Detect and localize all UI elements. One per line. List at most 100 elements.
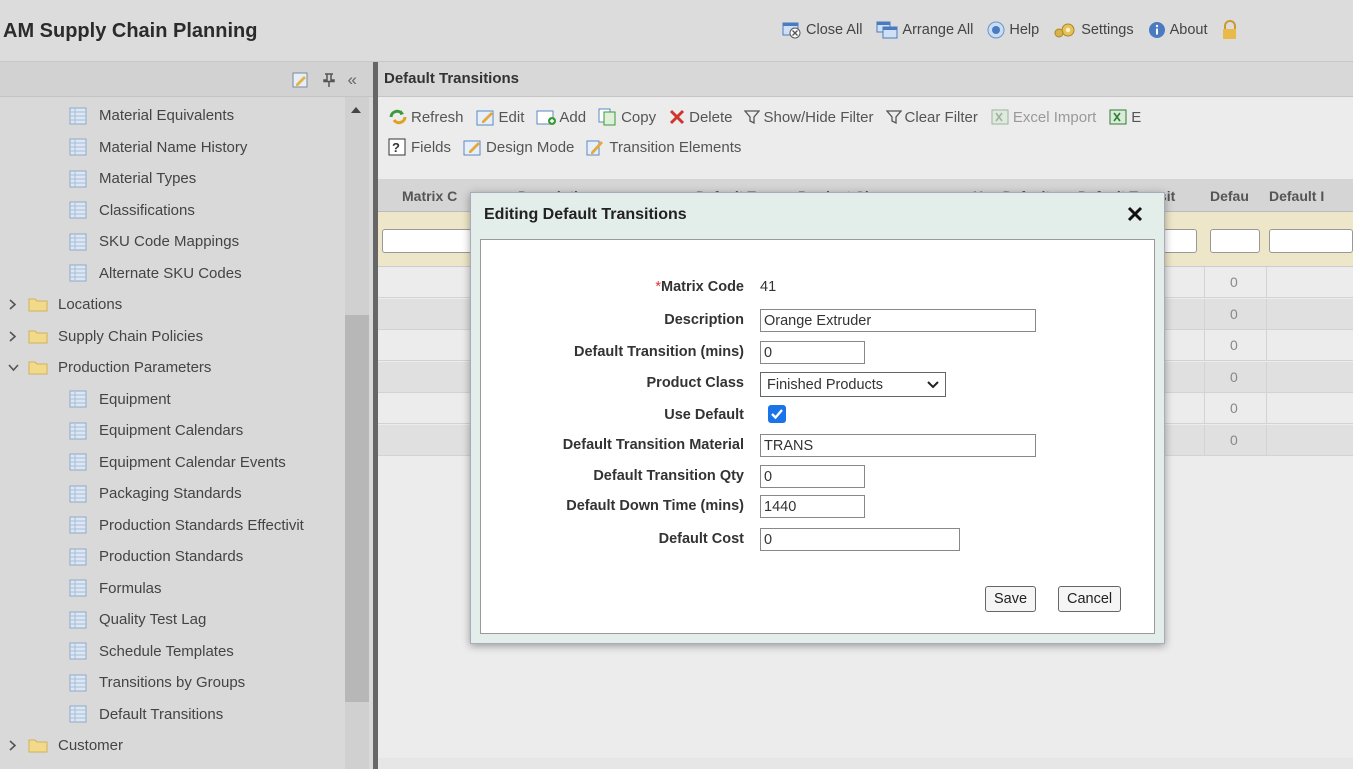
cost-input[interactable]: [760, 528, 960, 551]
sidebar-item-label: Alternate SKU Codes: [99, 264, 242, 282]
down-time-input[interactable]: [760, 495, 865, 518]
sidebar-item-material-name-history[interactable]: Material Name History: [0, 132, 345, 164]
chevron-right-icon[interactable]: [6, 740, 20, 751]
sidebar-item-quality-test-lag[interactable]: Quality Test Lag: [0, 604, 345, 636]
excel-import-button[interactable]: Excel Import: [990, 108, 1096, 126]
sidebar-item-alternate-sku-codes[interactable]: Alternate SKU Codes: [0, 258, 345, 290]
arrange-all-button[interactable]: Arrange All: [876, 21, 973, 39]
filter-input-default-qty[interactable]: [1210, 229, 1260, 253]
excel-export-button[interactable]: E: [1108, 108, 1141, 126]
about-icon: [1148, 21, 1166, 39]
add-button[interactable]: Add: [536, 108, 586, 126]
sidebar-item-material-equivalents[interactable]: Material Equivalents: [0, 100, 345, 132]
default-qty-cell: 0: [1230, 337, 1238, 353]
sidebar-folder-locations[interactable]: Locations: [0, 289, 345, 321]
sidebar-item-label: Packaging Standards: [99, 485, 242, 503]
sidebar-item-label: Production Standards: [99, 548, 244, 566]
cost-label: Default Cost: [658, 531, 744, 547]
table-page-icon: [69, 579, 87, 597]
sidebar-item-label: Material Equivalents: [99, 107, 235, 125]
form-row-use-default: Use Default: [481, 402, 1156, 430]
collapse-sidebar-icon[interactable]: «: [348, 70, 357, 90]
excel-export-icon: [1108, 108, 1128, 126]
chevron-down-icon[interactable]: [6, 364, 20, 372]
sidebar-item-equipment[interactable]: Equipment: [0, 384, 345, 416]
sidebar-item-default-transitions[interactable]: Default Transitions: [0, 699, 345, 731]
default-qty-cell: 0: [1230, 305, 1238, 322]
column-header-default-down-time[interactable]: Default I: [1269, 188, 1353, 204]
close-all-button[interactable]: Close All: [782, 21, 862, 39]
default-qty-cell: 0: [1230, 368, 1238, 385]
sidebar-item-packaging-standards[interactable]: Packaging Standards: [0, 478, 345, 510]
table-page-icon: [69, 516, 87, 534]
product-class-select[interactable]: Finished Products: [760, 372, 946, 397]
sidebar-item-equipment-calendars[interactable]: Equipment Calendars: [0, 415, 345, 447]
chevron-right-icon[interactable]: [6, 299, 20, 310]
form-row-matrix-code: *Matrix Code 41: [481, 274, 1156, 302]
chevron-right-icon[interactable]: [6, 331, 20, 342]
save-button[interactable]: Save: [985, 586, 1037, 612]
add-icon: [536, 108, 557, 126]
cancel-button[interactable]: Cancel: [1058, 586, 1122, 612]
sidebar-item-equipment-calendar-events[interactable]: Equipment Calendar Events: [0, 447, 345, 479]
sidebar-item-production-standards-effectivit[interactable]: Production Standards Effectivit: [0, 510, 345, 542]
default-transition-input[interactable]: [760, 341, 865, 364]
sidebar-item-production-standards[interactable]: Production Standards: [0, 541, 345, 573]
grid-horizontal-scrollbar[interactable]: [378, 758, 1353, 769]
arrange-all-icon: [876, 21, 898, 39]
edit-dialog: Editing Default Transitions *Matrix Code…: [470, 192, 1165, 644]
fields-button[interactable]: ? Fields: [388, 138, 451, 156]
about-button[interactable]: About: [1148, 21, 1208, 39]
form-row-description: Description: [481, 307, 1156, 335]
sidebar-folder-production-parameters[interactable]: Production Parameters: [0, 352, 345, 384]
sidebar-item-formulas[interactable]: Formulas: [0, 573, 345, 605]
sidebar-item-transitions-by-groups[interactable]: Transitions by Groups: [0, 667, 345, 699]
top-actions: Close All Arrange All Help Settings Abou…: [782, 20, 1236, 40]
refresh-button[interactable]: Refresh: [388, 108, 464, 126]
sidebar-item-label: Production Standards Effectivit: [99, 516, 304, 534]
sidebar-item-label: Equipment Calendar Events: [99, 453, 286, 471]
lock-icon[interactable]: [1222, 20, 1236, 40]
column-header-matrix-code[interactable]: Matrix C: [402, 188, 472, 204]
column-divider: [1204, 298, 1205, 330]
sidebar-scrollbar[interactable]: [345, 97, 369, 769]
filter-input-default-down-time[interactable]: [1269, 229, 1353, 253]
sidebar-folder-customer[interactable]: Customer: [0, 730, 345, 762]
navigation-sidebar: « Material Equivalents Material Name Hist…: [0, 62, 373, 769]
sidebar-notes-icon[interactable]: [292, 72, 310, 88]
filter-icon: [744, 109, 761, 125]
pin-icon[interactable]: [322, 72, 336, 88]
column-header-default-qty[interactable]: Defau: [1210, 188, 1258, 204]
transition-elements-button[interactable]: Transition Elements: [586, 138, 741, 156]
settings-button[interactable]: Settings: [1053, 21, 1134, 39]
sidebar-item-schedule-templates[interactable]: Schedule Templates: [0, 636, 345, 668]
show-hide-filter-button[interactable]: Show/Hide Filter: [744, 109, 874, 126]
table-page-icon: [69, 422, 87, 440]
copy-button[interactable]: Copy: [598, 108, 656, 126]
clear-filter-icon: [885, 109, 902, 125]
description-input[interactable]: [760, 309, 1036, 332]
filter-input-matrix-code[interactable]: [382, 229, 472, 253]
design-mode-button[interactable]: Design Mode: [463, 138, 574, 156]
column-divider: [1266, 298, 1267, 330]
form-row-default-transition: Default Transition (mins): [481, 339, 1156, 367]
matrix-code-label: *Matrix Code: [655, 279, 744, 295]
transition-qty-input[interactable]: [760, 465, 865, 488]
clear-filter-button[interactable]: Clear Filter: [885, 109, 978, 126]
scroll-up-arrow[interactable]: [351, 107, 361, 113]
sidebar-item-label: Equipment: [99, 390, 171, 408]
edit-button[interactable]: Edit: [476, 108, 524, 126]
sidebar-folder-supply-chain-policies[interactable]: Supply Chain Policies: [0, 321, 345, 353]
transition-material-input[interactable]: [760, 434, 1036, 457]
sidebar-item-classifications[interactable]: Classifications: [0, 195, 345, 227]
sidebar-scroll-thumb[interactable]: [345, 315, 369, 702]
close-dialog-button[interactable]: [1126, 205, 1144, 223]
sidebar-item-label: Customer: [58, 737, 124, 755]
sidebar-item-material-types[interactable]: Material Types: [0, 163, 345, 195]
sidebar-item-sku-code-mappings[interactable]: SKU Code Mappings: [0, 226, 345, 258]
delete-button[interactable]: Delete: [668, 108, 732, 126]
use-default-checkbox[interactable]: [768, 405, 786, 423]
table-page-icon: [69, 107, 87, 125]
filter-input-transition-material[interactable]: [1163, 229, 1197, 253]
help-button[interactable]: Help: [987, 21, 1039, 39]
